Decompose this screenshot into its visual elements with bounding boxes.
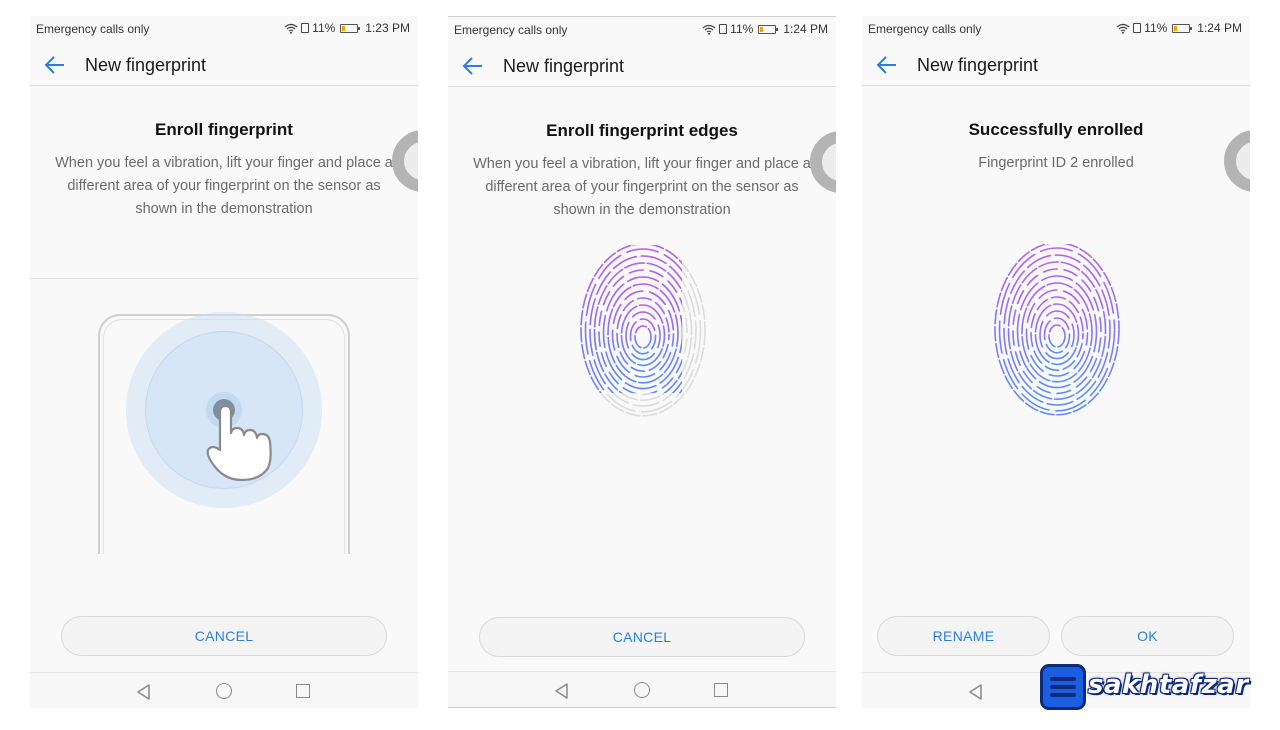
status-icons: 11% 1:23 PM (284, 21, 410, 35)
wifi-icon (702, 24, 716, 35)
clock: 1:24 PM (1197, 21, 1242, 35)
status-bar: Emergency calls only 11% 1:23 PM (30, 16, 418, 42)
sim-icon (1133, 23, 1142, 33)
battery-icon (1172, 23, 1193, 33)
status-icons: 11% 1:24 PM (1116, 21, 1242, 35)
carrier-text: Emergency calls only (36, 22, 150, 36)
wifi-icon (284, 23, 298, 34)
watermark-logo: sakhtafzar (1040, 664, 1248, 712)
fingerprint-icon (994, 244, 1120, 416)
status-bar: Emergency calls only 11% 1:24 PM (862, 16, 1250, 42)
enroll-heading: Enroll fingerprint (155, 120, 293, 139)
divider (30, 278, 418, 279)
enroll-description: When you feel a vibration, lift your fin… (55, 155, 393, 217)
app-bar: New fingerprint (862, 44, 1250, 86)
page-title: New fingerprint (503, 56, 625, 76)
nav-back-icon[interactable] (554, 683, 570, 699)
status-icons: 11% 1:24 PM (702, 22, 828, 36)
screen-enroll-edges: Emergency calls only 11% 1:24 PM New fin… (448, 16, 836, 708)
sim-icon (301, 23, 310, 33)
nav-recent-icon[interactable] (714, 683, 728, 697)
page-title: New fingerprint (85, 55, 207, 75)
screen-enrolled: Emergency calls only 11% 1:24 PM New fin… (862, 16, 1250, 708)
ok-button[interactable]: OK (1061, 616, 1234, 656)
success-heading: Successfully enrolled (968, 120, 1144, 139)
battery-percent: 11% (1144, 21, 1168, 35)
rename-button[interactable]: RENAME (877, 616, 1050, 656)
enroll-heading: Enroll fingerprint edges (546, 121, 738, 140)
app-bar: New fingerprint (448, 45, 836, 87)
screen-enroll: Emergency calls only 11% 1:23 PM New fin… (30, 16, 418, 708)
fingerprint-icon (580, 245, 706, 417)
app-bar: New fingerprint (30, 44, 418, 86)
enroll-description: When you feel a vibration, lift your fin… (473, 156, 811, 218)
page-title: New fingerprint (917, 55, 1039, 75)
touch-hand-icon (206, 392, 272, 482)
clock: 1:23 PM (365, 21, 410, 35)
battery-percent: 11% (730, 22, 754, 36)
cancel-button[interactable]: CANCEL (61, 616, 387, 656)
enrolled-id-text: Fingerprint ID 2 enrolled (978, 155, 1134, 171)
nav-back-icon[interactable] (968, 684, 984, 700)
nav-home-icon[interactable] (216, 683, 232, 699)
watermark-text: sakhtafzar (1088, 670, 1249, 700)
back-arrow-icon[interactable] (42, 53, 68, 77)
navigation-bar (30, 672, 418, 708)
clock: 1:24 PM (783, 22, 828, 36)
carrier-text: Emergency calls only (454, 23, 568, 37)
back-arrow-icon[interactable] (874, 53, 900, 77)
nav-home-icon[interactable] (634, 682, 650, 698)
battery-percent: 11% (312, 21, 336, 35)
carrier-text: Emergency calls only (868, 22, 982, 36)
navigation-bar (448, 671, 836, 707)
battery-icon (340, 23, 361, 33)
status-bar: Emergency calls only 11% 1:24 PM (448, 17, 836, 43)
nav-back-icon[interactable] (136, 684, 152, 700)
nav-recent-icon[interactable] (296, 684, 310, 698)
battery-icon (758, 24, 779, 34)
logo-badge-icon (1040, 664, 1086, 710)
wifi-icon (1116, 23, 1130, 34)
back-arrow-icon[interactable] (460, 54, 486, 78)
cancel-button[interactable]: CANCEL (479, 617, 805, 657)
sim-icon (719, 24, 728, 34)
